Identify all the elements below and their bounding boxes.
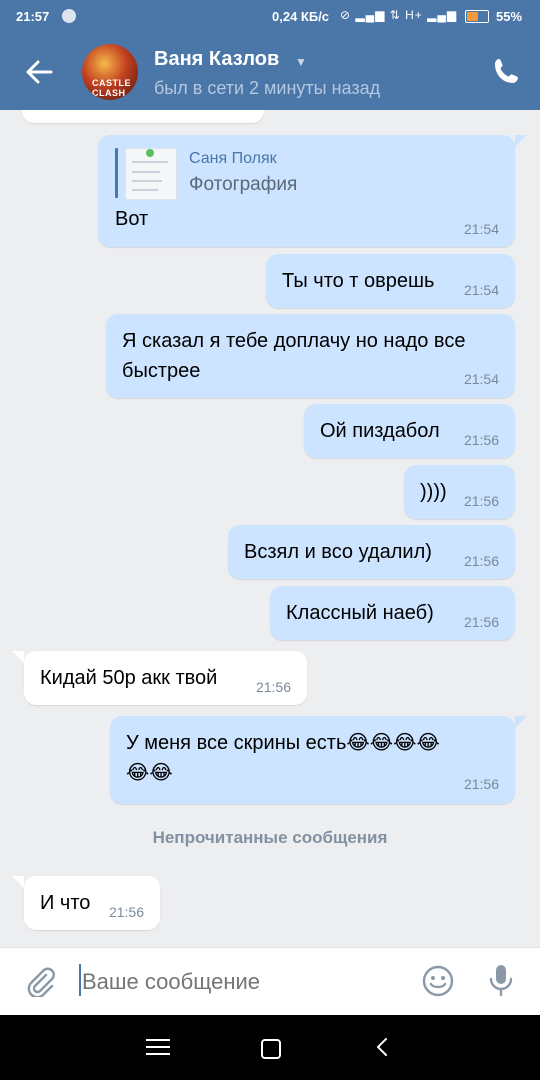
forward-quote-bar xyxy=(115,148,118,198)
avatar-logo-text: CASTLE CLASH xyxy=(92,78,131,98)
message-time: 21:56 xyxy=(255,679,291,695)
avatar[interactable]: CASTLE CLASH xyxy=(82,44,138,100)
system-navigation-bar xyxy=(0,1015,540,1080)
microphone-icon[interactable] xyxy=(488,963,514,997)
message-time: 21:56 xyxy=(463,432,499,448)
chat-header: CASTLE CLASH Ваня Казлов ▼ был в сети 2 … xyxy=(0,33,540,110)
message-text: Всзял и всо удалил) xyxy=(244,541,432,563)
message-text: Вот xyxy=(115,208,149,230)
phone-call-icon[interactable] xyxy=(492,56,522,86)
chevron-down-icon[interactable]: ▼ xyxy=(295,55,307,69)
thumbnail-line xyxy=(132,161,168,163)
bubble-tail xyxy=(515,135,527,147)
last-seen-status: был в сети 2 минуты назад xyxy=(154,78,381,98)
message-composer xyxy=(0,947,540,1016)
battery-fill xyxy=(467,12,478,21)
message-bubble-outgoing[interactable]: Я сказал я тебе доплачу но надо все быст… xyxy=(106,314,515,398)
text-cursor xyxy=(79,964,81,996)
message-bubble-outgoing[interactable]: Всзял и всо удалил) 21:56 xyxy=(228,525,515,579)
check-icon xyxy=(146,149,154,157)
network-type: H+ xyxy=(405,8,423,22)
message-bubble-outgoing[interactable]: Ты что т оврешь 21:54 xyxy=(266,254,515,308)
menu-icon[interactable] xyxy=(145,1038,171,1056)
battery-icon xyxy=(465,10,489,23)
status-bar: 21:57 0,24 КБ/с ⊘ ▂▄▆ ⇅ H+ ▂▄▆ 55% xyxy=(0,0,540,33)
message-text: Ой пиздабол xyxy=(320,420,440,442)
bubble-tail xyxy=(12,651,24,663)
signal-icons: ⊘ ▂▄▆ ⇅ H+ ▂▄▆ xyxy=(340,8,458,22)
message-time: 21:54 xyxy=(463,221,499,237)
message-time: 21:56 xyxy=(463,553,499,569)
unread-messages-divider: Непрочитанные сообщения xyxy=(152,828,388,847)
thumbnail-line xyxy=(132,180,162,182)
message-text: Я сказал я тебе доплачу но надо все быст… xyxy=(122,330,466,382)
message-bubble-incoming[interactable]: Кидай 50р акк твой 21:56 xyxy=(24,651,307,705)
message-time: 21:56 xyxy=(108,904,144,920)
message-text: Классный наеб) xyxy=(286,602,434,624)
paperclip-icon[interactable] xyxy=(24,965,56,997)
forward-author[interactable]: Саня Поляк xyxy=(189,150,277,168)
message-bubble-outgoing[interactable]: Классный наеб) 21:56 xyxy=(270,586,515,640)
status-time: 21:57 xyxy=(16,9,50,24)
message-time: 21:54 xyxy=(463,371,499,387)
back-arrow-icon[interactable] xyxy=(25,58,53,86)
message-input[interactable] xyxy=(82,969,402,995)
message-time: 21:56 xyxy=(463,614,499,630)
thumbnail-line xyxy=(132,171,160,173)
forward-type: Фотография xyxy=(189,174,298,195)
network-speed: 0,24 КБ/с xyxy=(272,9,330,24)
message-text: Кидай 50р акк твой xyxy=(40,667,218,689)
message-bubble-outgoing[interactable]: )))) 21:56 xyxy=(404,465,515,519)
contact-name[interactable]: Ваня Казлов xyxy=(154,48,279,71)
message-text: У меня все скрины есть😂😂😂😂 😂😂 xyxy=(126,732,440,784)
bubble-tail xyxy=(12,876,24,888)
message-bubble-incoming[interactable]: И что 21:56 xyxy=(24,876,160,930)
home-icon[interactable] xyxy=(261,1039,281,1059)
emoji-icon[interactable] xyxy=(422,965,454,997)
back-icon[interactable] xyxy=(375,1037,389,1057)
bubble-tail xyxy=(515,716,527,728)
message-text: Ты что т оврешь xyxy=(282,270,435,292)
message-time: 21:56 xyxy=(463,776,499,792)
thumbnail-line xyxy=(132,189,158,191)
previous-message-bubble xyxy=(22,110,264,123)
vk-notification-icon xyxy=(62,9,76,23)
forwarded-photo-thumbnail[interactable] xyxy=(125,148,177,200)
message-bubble-outgoing[interactable]: У меня все скрины есть😂😂😂😂 😂😂 21:56 xyxy=(110,716,515,804)
message-bubble-outgoing[interactable]: Ой пиздабол 21:56 xyxy=(304,404,515,458)
battery-percent: 55% xyxy=(496,9,523,24)
message-text: )))) xyxy=(420,481,447,503)
message-text: И что xyxy=(40,892,91,914)
message-time: 21:56 xyxy=(463,493,499,509)
message-time: 21:54 xyxy=(463,282,499,298)
